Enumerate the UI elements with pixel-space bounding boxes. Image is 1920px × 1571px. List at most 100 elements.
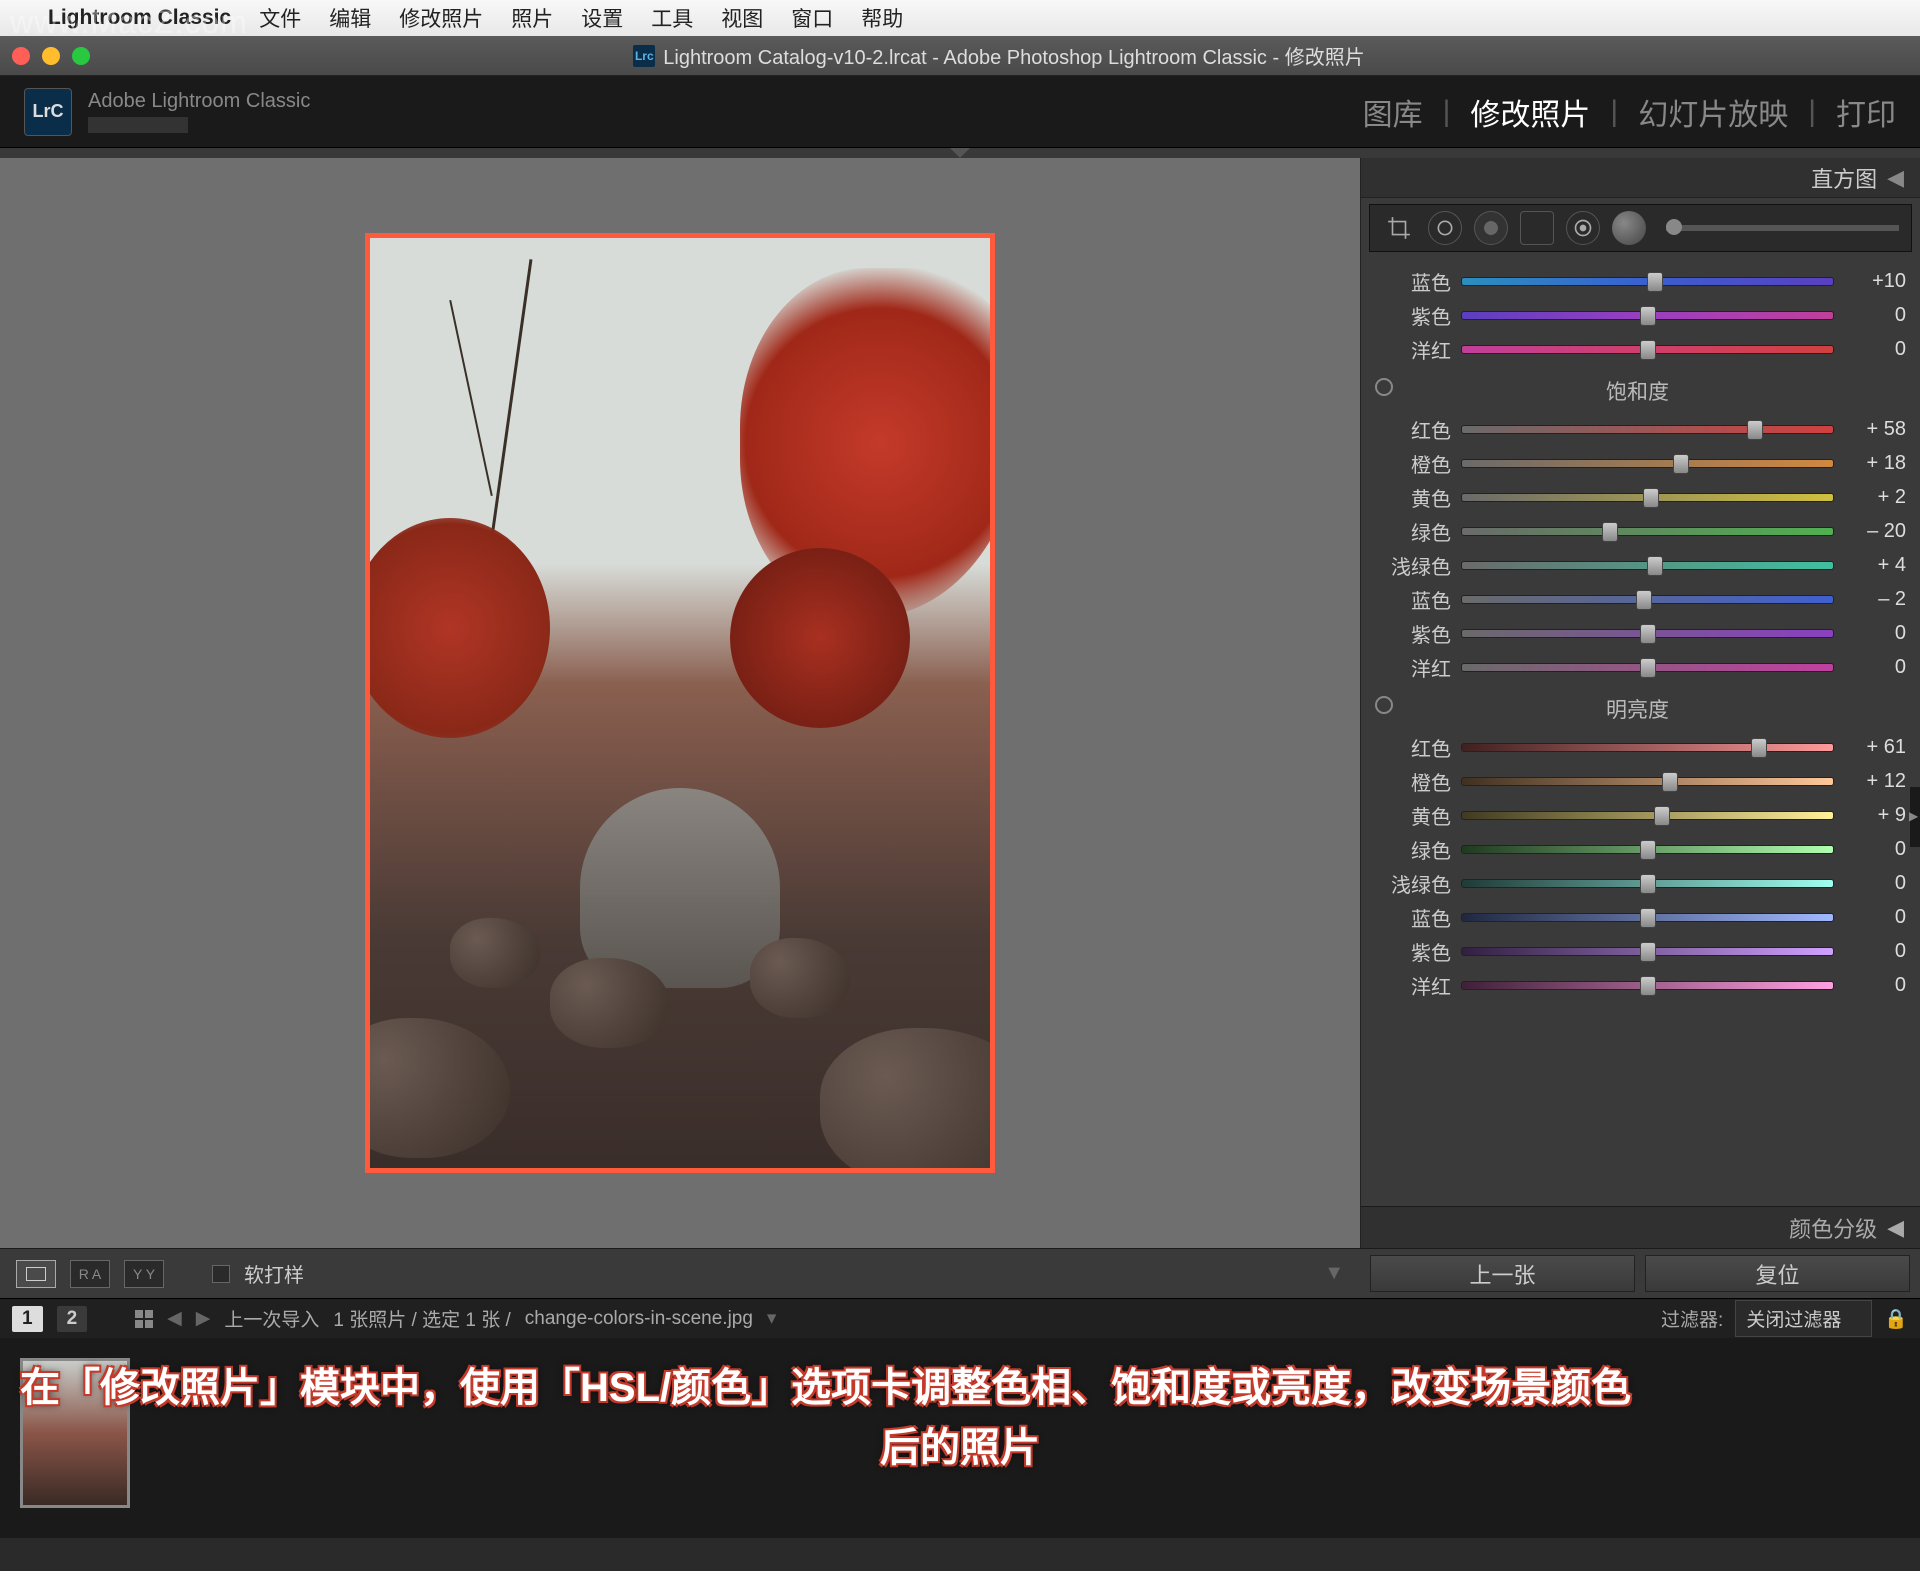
module-library[interactable]: 图库: [1363, 90, 1423, 134]
slider-thumb[interactable]: [1654, 806, 1670, 826]
slider-value[interactable]: + 58: [1844, 418, 1906, 441]
slider-thumb[interactable]: [1647, 556, 1663, 576]
slider-value[interactable]: +10: [1844, 270, 1906, 293]
spot-tool-icon[interactable]: [1428, 211, 1462, 245]
slider-thumb[interactable]: [1751, 738, 1767, 758]
expand-panel-handle[interactable]: [1910, 787, 1920, 847]
slider-value[interactable]: + 18: [1844, 452, 1906, 475]
slider-thumb[interactable]: [1647, 272, 1663, 292]
slider-thumb[interactable]: [1602, 522, 1618, 542]
monitor-2-badge[interactable]: 2: [57, 1306, 88, 1332]
slider-track[interactable]: [1461, 981, 1834, 990]
menu-file[interactable]: 文件: [259, 3, 301, 33]
slider-track[interactable]: [1461, 459, 1834, 468]
slider-track[interactable]: [1461, 913, 1834, 922]
slider-thumb[interactable]: [1640, 840, 1656, 860]
menu-develop[interactable]: 修改照片: [399, 3, 483, 33]
slider-value[interactable]: – 20: [1844, 520, 1906, 543]
before-after-ra[interactable]: R A: [70, 1260, 110, 1288]
slider-track[interactable]: [1461, 311, 1834, 320]
histogram-header[interactable]: 直方图 ◀: [1361, 158, 1920, 198]
slider-track[interactable]: [1461, 743, 1834, 752]
slider-track[interactable]: [1461, 561, 1834, 570]
filter-lock-icon[interactable]: 🔒: [1884, 1307, 1908, 1331]
nav-back-icon[interactable]: ◀: [167, 1307, 182, 1330]
slider-track[interactable]: [1461, 425, 1834, 434]
slider-thumb[interactable]: [1747, 420, 1763, 440]
slider-thumb[interactable]: [1636, 590, 1652, 610]
slider-value[interactable]: + 12: [1844, 770, 1906, 793]
toolbar-dropdown-icon[interactable]: ▼: [1324, 1262, 1344, 1285]
slider-track[interactable]: [1461, 845, 1834, 854]
menu-tools[interactable]: 工具: [651, 3, 693, 33]
slider-track[interactable]: [1461, 277, 1834, 286]
slider-track[interactable]: [1461, 527, 1834, 536]
slider-track[interactable]: [1461, 345, 1834, 354]
crop-tool-icon[interactable]: [1382, 211, 1416, 245]
slider-thumb[interactable]: [1640, 340, 1656, 360]
redeye-tool-icon[interactable]: [1474, 211, 1508, 245]
menu-help[interactable]: 帮助: [861, 3, 903, 33]
loupe-view-icon[interactable]: [16, 1260, 56, 1288]
slider-value[interactable]: 0: [1844, 906, 1906, 929]
nav-fwd-icon[interactable]: ▶: [196, 1307, 211, 1330]
slider-value[interactable]: + 4: [1844, 554, 1906, 577]
menu-edit[interactable]: 编辑: [329, 3, 371, 33]
slider-value[interactable]: 0: [1844, 622, 1906, 645]
slider-thumb[interactable]: [1640, 306, 1656, 326]
slider-track[interactable]: [1461, 947, 1834, 956]
menu-view[interactable]: 视图: [721, 3, 763, 33]
slider-thumb[interactable]: [1640, 624, 1656, 644]
photo-preview[interactable]: [365, 233, 995, 1173]
minimize-icon[interactable]: [42, 47, 60, 65]
brush-tool-icon[interactable]: [1612, 211, 1646, 245]
slider-track[interactable]: [1461, 493, 1834, 502]
tool-size-slider[interactable]: [1666, 225, 1899, 231]
slider-track[interactable]: [1461, 811, 1834, 820]
slider-value[interactable]: 0: [1844, 656, 1906, 679]
collapse-icon[interactable]: ◀: [1887, 165, 1904, 191]
slider-thumb[interactable]: [1640, 908, 1656, 928]
breadcrumb-source[interactable]: 上一次导入: [224, 1305, 319, 1332]
slider-track[interactable]: [1461, 663, 1834, 672]
collapse-top-icon[interactable]: [950, 148, 970, 158]
maximize-icon[interactable]: [72, 47, 90, 65]
target-adjust-icon[interactable]: [1375, 696, 1393, 714]
canvas-area[interactable]: [0, 158, 1360, 1248]
slider-value[interactable]: 0: [1844, 974, 1906, 997]
slider-thumb[interactable]: [1640, 658, 1656, 678]
color-grading-header[interactable]: 颜色分级 ◀: [1361, 1206, 1920, 1248]
slider-track[interactable]: [1461, 595, 1834, 604]
radial-tool-icon[interactable]: [1566, 211, 1600, 245]
module-print[interactable]: 打印: [1836, 90, 1896, 134]
grid-view-icon[interactable]: [135, 1310, 153, 1328]
gradient-tool-icon[interactable]: [1520, 211, 1554, 245]
slider-track[interactable]: [1461, 777, 1834, 786]
slider-value[interactable]: 0: [1844, 872, 1906, 895]
slider-value[interactable]: + 9: [1844, 804, 1906, 827]
menu-settings[interactable]: 设置: [581, 3, 623, 33]
reset-button[interactable]: 复位: [1645, 1255, 1910, 1292]
slider-thumb[interactable]: [1640, 976, 1656, 996]
slider-thumb[interactable]: [1673, 454, 1689, 474]
slider-track[interactable]: [1461, 629, 1834, 638]
slider-value[interactable]: 0: [1844, 940, 1906, 963]
previous-button[interactable]: 上一张: [1370, 1255, 1635, 1292]
slider-thumb[interactable]: [1640, 874, 1656, 894]
collapse-icon[interactable]: ◀: [1887, 1215, 1904, 1241]
slider-value[interactable]: 0: [1844, 304, 1906, 327]
slider-thumb[interactable]: [1640, 942, 1656, 962]
slider-value[interactable]: – 2: [1844, 588, 1906, 611]
slider-value[interactable]: 0: [1844, 838, 1906, 861]
filmstrip[interactable]: 在「修改照片」模块中，使用「HSL/颜色」选项卡调整色相、饱和度或亮度，改变场景…: [0, 1338, 1920, 1538]
slider-value[interactable]: + 2: [1844, 486, 1906, 509]
monitor-1-badge[interactable]: 1: [12, 1306, 43, 1332]
before-after-yy[interactable]: Y Y: [124, 1260, 164, 1288]
slider-value[interactable]: 0: [1844, 338, 1906, 361]
slider-value[interactable]: + 61: [1844, 736, 1906, 759]
slider-thumb[interactable]: [1643, 488, 1659, 508]
module-develop[interactable]: 修改照片: [1470, 90, 1590, 134]
close-icon[interactable]: [12, 47, 30, 65]
menu-photo[interactable]: 照片: [511, 3, 553, 33]
slider-track[interactable]: [1461, 879, 1834, 888]
